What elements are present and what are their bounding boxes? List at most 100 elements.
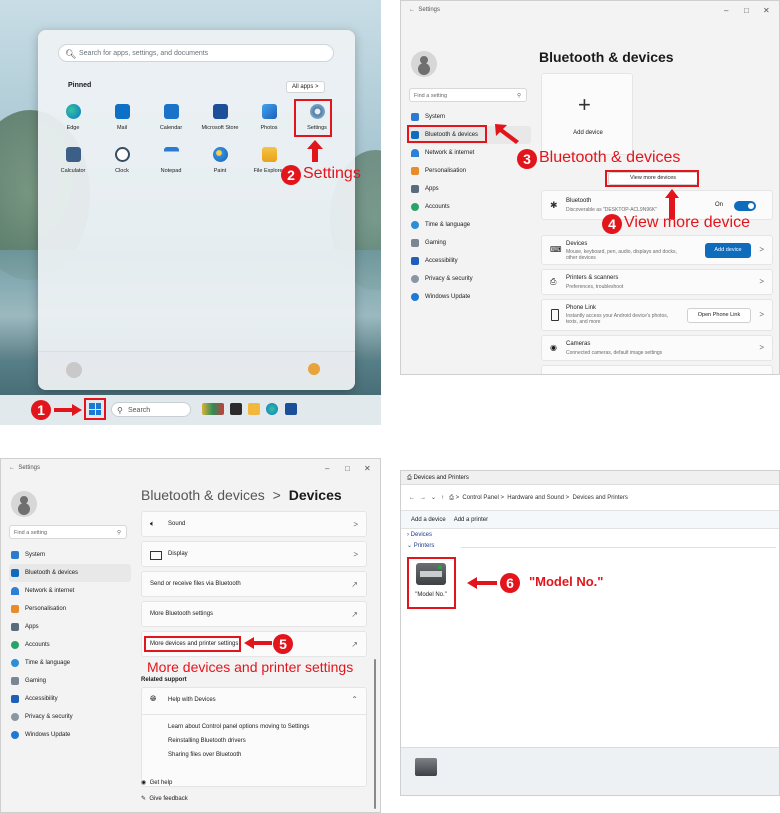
back-icon[interactable]: ← [9,465,15,471]
start-search-input[interactable]: 🔍︎ Search for apps, settings, and docume… [58,44,334,62]
path-segment[interactable]: Devices and Printers [573,495,628,501]
minimize-icon[interactable]: – [724,6,728,15]
maximize-icon[interactable]: □ [744,6,749,15]
add-device-button[interactable]: Add device [705,243,751,258]
chevron-down-icon[interactable]: ⌄ [431,495,436,501]
minimize-icon[interactable]: – [325,464,329,473]
help-link[interactable]: Learn about Control panel options moving… [168,724,309,730]
power-icon[interactable] [308,363,320,375]
nav-item-privacy[interactable]: Privacy & security [9,708,131,726]
devices-card[interactable]: ⌨ Devices Mouse, keyboard, pen, audio, d… [541,235,773,265]
sound-row[interactable]: 🔈︎ Sound > [141,511,367,537]
breadcrumb-parent[interactable]: Bluetooth & devices [141,487,265,503]
widget-icon[interactable] [202,403,224,415]
store-icon[interactable] [285,403,297,415]
pinned-app-clock[interactable]: Clock [99,147,145,174]
avatar[interactable] [411,51,437,77]
give-feedback-link[interactable]: ✎ Give feedback [141,795,188,802]
nav-item-windows-update[interactable]: Windows Update [409,288,531,306]
nav-item-network[interactable]: Network & internet [9,582,131,600]
printers-card[interactable]: ⎙ Printers & scanners Preferences, troub… [541,269,773,295]
nav-item-privacy[interactable]: Privacy & security [409,270,531,288]
pinned-app-calendar[interactable]: Calendar [148,104,194,131]
pinned-app-photos[interactable]: Photos [246,104,292,131]
nav-item-gaming[interactable]: Gaming [9,672,131,690]
related-support-heading: Related support [141,677,187,683]
pinned-app-microsoft-store[interactable]: Microsoft Store [197,104,243,131]
close-icon[interactable]: ✕ [364,464,371,473]
pinned-app-calculator[interactable]: Calculator [50,147,96,174]
add-device-command[interactable]: Add a device [411,517,446,523]
windows-start-icon[interactable] [89,403,101,415]
address-bar[interactable]: ← → ⌄ ↑ ⎙ > Control Panel > Hardware and… [401,485,779,511]
nav-item-personalisation[interactable]: Personalisation [409,162,531,180]
folder-icon [261,147,277,162]
all-apps-button[interactable]: All apps > [286,81,325,93]
nav-item-windows-update[interactable]: Windows Update [9,726,131,744]
nav-item-label: Apps [25,624,39,630]
window-title-text: Devices and Printers [413,475,469,481]
file-explorer-icon[interactable] [248,403,260,415]
add-printer-command[interactable]: Add a printer [454,517,488,523]
devices-group-header[interactable]: › Devices [407,532,432,538]
nav-item-apps[interactable]: Apps [9,618,131,636]
scrollbar[interactable] [374,659,376,809]
nav-item-accounts[interactable]: Accounts [9,636,131,654]
brush-icon [11,605,19,613]
close-icon[interactable]: ✕ [763,6,770,15]
up-icon[interactable]: ↑ [441,495,444,501]
nav-item-personalisation[interactable]: Personalisation [9,600,131,618]
nav-item-system[interactable]: System [9,546,131,564]
help-link[interactable]: Sharing files over Bluetooth [168,752,241,758]
nav-item-accessibility[interactable]: Accessibility [409,252,531,270]
pinned-app-paint[interactable]: Paint [197,147,243,174]
task-view-icon[interactable] [230,403,242,415]
display-row[interactable]: Display > [141,541,367,567]
back-icon[interactable]: ← [409,7,415,13]
nav-item-accessibility[interactable]: Accessibility [9,690,131,708]
avatar[interactable] [11,491,37,517]
printers-subtitle: Preferences, troubleshoot [566,284,624,290]
edge-icon[interactable] [266,403,278,415]
more-bluetooth-row[interactable]: More Bluetooth settings ↗ [141,601,367,627]
open-phone-link-button[interactable]: Open Phone Link [687,308,751,323]
nav-item-time-language[interactable]: Time & language [409,216,531,234]
store-icon [212,104,228,119]
back-icon[interactable]: ← [409,495,415,501]
find-setting-input[interactable]: Find a setting ⚲ [9,525,127,539]
pinned-app-edge[interactable]: Edge [50,104,96,131]
bluetooth-toggle[interactable] [734,201,756,211]
nav-item-apps[interactable]: Apps [409,180,531,198]
pinned-app-notepad[interactable]: Notepad [148,147,194,174]
cameras-card[interactable]: ◉ Cameras Connected cameras, default ima… [541,335,773,361]
get-help-label: Get help [149,780,173,786]
printers-group-header[interactable]: ⌄ Printers [407,542,434,549]
nav-item-network[interactable]: Network & internet [409,144,531,162]
chevron-up-icon[interactable]: ⌃ [351,695,358,704]
nav-item-gaming[interactable]: Gaming [409,234,531,252]
globe-icon [11,659,19,667]
help-with-devices-label[interactable]: Help with Devices [168,697,216,703]
get-help-link[interactable]: ◉ Get help [141,779,172,786]
phone-link-card[interactable]: Phone Link Instantly access your Android… [541,299,773,331]
bluetooth-files-row[interactable]: Send or receive files via Bluetooth ↗ [141,571,367,597]
maximize-icon[interactable]: □ [345,464,350,473]
start-menu-screenshot: 🔍︎ Search for apps, settings, and docume… [0,0,381,425]
find-setting-input[interactable]: Find a setting ⚲ [409,88,527,102]
taskbar-search[interactable]: ⚲ Search [111,402,191,417]
path-segment[interactable]: Control Panel [462,495,498,501]
printer-item[interactable]: "Model No." [411,561,451,605]
nav-item-time-language[interactable]: Time & language [9,654,131,672]
forward-icon[interactable]: → [420,495,426,501]
taskbar: 1 ⚲ Search [0,395,381,425]
all-apps-label: All apps [292,84,314,90]
nav-item-accounts[interactable]: Accounts [409,198,531,216]
printer-name: "Model No." [415,592,447,598]
pinned-app-mail[interactable]: Mail [99,104,145,131]
add-device-tile[interactable]: + Add device [541,73,633,155]
nav-item-bluetooth[interactable]: Bluetooth & devices [9,564,131,582]
avatar[interactable] [66,362,82,378]
help-link[interactable]: Reinstalling Bluetooth drivers [168,738,246,744]
path-segment[interactable]: Hardware and Sound [507,495,564,501]
chevron-right-icon: > [353,550,358,559]
